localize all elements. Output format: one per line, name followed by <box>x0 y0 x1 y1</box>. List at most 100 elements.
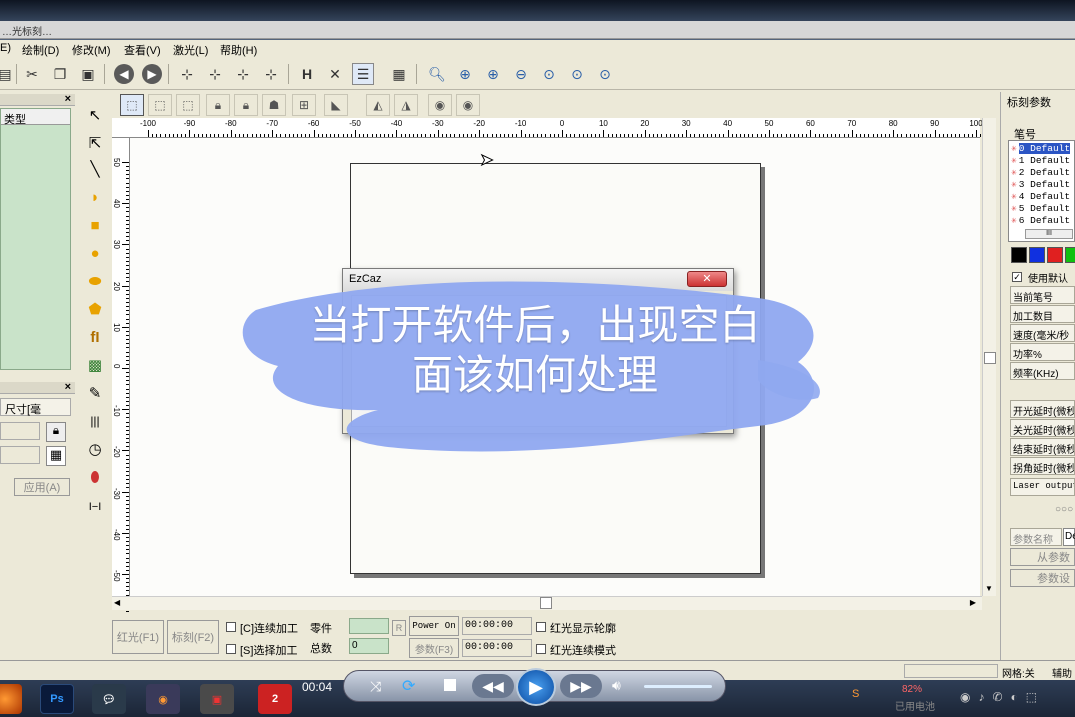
show-icon[interactable]: ◉ <box>428 94 452 116</box>
undo-icon[interactable]: ◀ <box>114 64 134 84</box>
pen-item[interactable]: ✳ 4 Default <box>1011 191 1070 203</box>
lock-icon[interactable]: 🔒︎ <box>46 422 66 442</box>
apply-button[interactable]: 应用(A) <box>14 478 70 496</box>
color-swatch-red[interactable] <box>1047 247 1063 263</box>
zoom-all-icon[interactable]: ⊙ <box>538 63 560 85</box>
zoom-in-icon[interactable]: ⊕ <box>454 63 476 85</box>
node-add-icon[interactable]: ⊹ <box>232 63 254 85</box>
menu-help[interactable]: 帮助(H) <box>220 42 257 58</box>
pen-item[interactable]: ✳ 1 Default <box>1011 155 1070 167</box>
pen-item[interactable]: ✳ 3 Default <box>1011 179 1070 191</box>
node-select-icon[interactable]: ⊹ <box>204 63 226 85</box>
shuffle-icon[interactable]: ⤨ <box>370 678 381 695</box>
text-icon[interactable]: fI <box>84 326 106 348</box>
rotate-icon[interactable]: ◣ <box>324 94 348 116</box>
curve-icon[interactable]: ◗ <box>84 186 106 208</box>
red-light-button[interactable]: 红光(F1) <box>112 620 164 654</box>
pointer-icon[interactable]: ↖ <box>84 104 106 126</box>
color-swatch-black[interactable] <box>1011 247 1027 263</box>
polygon-icon[interactable]: ⬟ <box>84 298 106 320</box>
hatch-icon[interactable]: H <box>296 63 318 85</box>
io-icon[interactable]: ⬮ <box>84 466 106 488</box>
firefox-icon[interactable]: ◉ <box>146 684 180 714</box>
menu-draw[interactable]: 绘制(D) <box>22 42 59 58</box>
scroll-down-icon[interactable]: ▼ <box>985 584 993 593</box>
vertical-scrollbar[interactable]: ▼ <box>982 118 996 596</box>
menu-edit[interactable]: E) <box>0 42 11 54</box>
group-icon[interactable]: ⬚ <box>120 94 144 116</box>
input-port-icon[interactable]: I−I <box>84 496 106 518</box>
ungroup-icon[interactable]: ⬚ <box>148 94 172 116</box>
tray-app-icon[interactable]: S <box>852 688 859 700</box>
paste-icon[interactable]: ▣ <box>77 63 99 85</box>
more-icon[interactable]: ○○○ <box>1055 504 1073 515</box>
ellipse-icon[interactable]: ⬬ <box>84 270 106 292</box>
reset-button[interactable]: R <box>392 620 406 636</box>
mirror-v-icon[interactable]: ◮ <box>394 94 418 116</box>
stop-icon[interactable] <box>444 679 456 691</box>
array-icon[interactable]: ▦ <box>388 63 410 85</box>
pen-item[interactable]: ✳ 0 Default <box>1011 143 1071 155</box>
volume-slider[interactable] <box>644 685 712 688</box>
mark-button[interactable]: 标刻(F2) <box>167 620 219 654</box>
param-set-button[interactable]: 参数设 <box>1010 569 1075 587</box>
hide-icon[interactable]: ◉ <box>456 94 480 116</box>
close-icon[interactable]: × <box>65 93 71 105</box>
close-icon[interactable]: × <box>65 381 71 393</box>
zoom-fit-icon[interactable]: ⊙ <box>566 63 588 85</box>
continuous-checkbox[interactable] <box>226 622 236 632</box>
tray-icons[interactable]: ◉♪✆◐⬚ <box>960 690 1045 704</box>
pen-list-scrollbar[interactable]: III <box>1025 229 1073 239</box>
vertical-scroll-thumb[interactable] <box>984 352 996 364</box>
red-continuous-checkbox[interactable] <box>536 644 546 654</box>
volume-icon[interactable]: 🔊︎ <box>612 677 621 694</box>
tools-icon[interactable]: ✕ <box>324 63 346 85</box>
barcode-icon[interactable]: ||| <box>84 410 106 432</box>
menu-laser[interactable]: 激光(L) <box>173 42 208 58</box>
size-field[interactable] <box>0 446 40 464</box>
zoom-in-icon[interactable]: ⊕ <box>482 63 504 85</box>
copy-icon[interactable]: ❐ <box>49 63 71 85</box>
circle-icon[interactable]: ● <box>84 242 106 264</box>
node-pointer-icon[interactable]: ⇱ <box>84 132 106 154</box>
size-field[interactable] <box>0 422 40 440</box>
total-count-field[interactable]: 0 <box>349 638 389 654</box>
align-icon[interactable]: ⊞ <box>292 94 316 116</box>
zoom-icon[interactable]: 🔍︎ <box>426 63 448 85</box>
select-process-checkbox[interactable] <box>226 644 236 654</box>
mirror-h-icon[interactable]: ◭ <box>366 94 390 116</box>
previous-icon[interactable]: ◀◀ <box>472 674 514 698</box>
unlock-object-icon[interactable]: 🔒︎ <box>234 94 258 116</box>
rectangle-icon[interactable]: ■ <box>84 214 106 236</box>
app-icon[interactable]: ▣ <box>200 684 234 714</box>
repeat-icon[interactable]: ⟳ <box>402 676 415 696</box>
line-icon[interactable]: ╲ <box>84 158 106 180</box>
scroll-left-icon[interactable]: ◀ <box>114 598 120 607</box>
vector-file-icon[interactable]: ✎ <box>84 382 106 404</box>
bitmap-icon[interactable]: ▩ <box>84 354 106 376</box>
param-name-field[interactable]: De <box>1063 528 1075 546</box>
menu-modify[interactable]: 修改(M) <box>72 42 111 58</box>
wechat-icon[interactable]: 💬︎ <box>92 684 126 714</box>
pen-list[interactable]: ✳ 0 Default ✳ 1 Default ✳ 2 Default ✳ 3 Defa… <box>1008 140 1075 242</box>
menu-view[interactable]: 查看(V) <box>124 42 161 58</box>
photoshop-icon[interactable]: Ps <box>40 684 74 714</box>
lock-object-icon[interactable]: 🔒︎ <box>206 94 230 116</box>
next-icon[interactable]: ▶▶ <box>560 674 602 698</box>
power-on-button[interactable]: Power On <box>409 616 459 636</box>
node-edit-icon[interactable]: ⊹ <box>176 63 198 85</box>
use-default-checkbox[interactable]: ✓ <box>1012 272 1022 282</box>
unlock-all-icon[interactable]: ☗ <box>262 94 286 116</box>
save-icon[interactable]: ▤ <box>0 63 16 85</box>
horizontal-scroll-thumb[interactable] <box>540 597 552 609</box>
red-outline-checkbox[interactable] <box>536 622 546 632</box>
node-delete-icon[interactable]: ⊹ <box>260 63 282 85</box>
ezcad-taskbar-icon[interactable]: 2 <box>258 684 292 714</box>
object-list[interactable]: 类型 <box>0 108 71 370</box>
clock-icon[interactable]: ◷ <box>84 438 106 460</box>
part-count-field[interactable] <box>349 618 389 634</box>
combine-icon[interactable]: ⬚ <box>176 94 200 116</box>
color-swatch-blue[interactable] <box>1029 247 1045 263</box>
grid-icon[interactable]: ▦ <box>46 446 66 466</box>
zoom-select-icon[interactable]: ⊙ <box>594 63 616 85</box>
